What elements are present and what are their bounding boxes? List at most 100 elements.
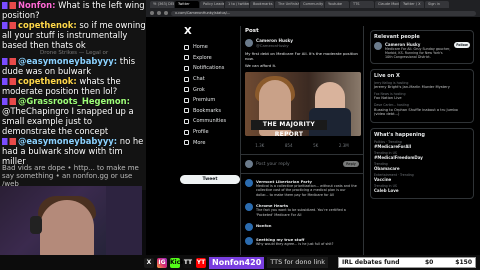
- chat-badges-icon: [2, 138, 16, 145]
- grok-icon: [184, 87, 189, 93]
- trend-name[interactable]: #MedicalFreedomDay: [374, 155, 470, 160]
- avatar[interactable]: [245, 223, 253, 232]
- reply-button[interactable]: Reply: [343, 161, 359, 167]
- chat-message: @easymoneybabyyy: this dude was on bulwa…: [0, 56, 148, 76]
- avatar[interactable]: [245, 179, 253, 187]
- post-video[interactable]: THE MAJORITY REPORT: [245, 72, 361, 136]
- chat-overlay: Nonfon: What is the left wing position? c…: [0, 0, 148, 190]
- reload-icon[interactable]: [164, 11, 168, 15]
- address-bar[interactable]: x.com/CameronHunky/status/...: [171, 10, 476, 16]
- background-shelf: [106, 186, 142, 257]
- nav-item-communities[interactable]: Communities: [180, 116, 240, 127]
- bookmarks-icon: [184, 108, 189, 114]
- live-item[interactable]: Dave Carter... hosting Bussing to Orphan …: [374, 103, 470, 117]
- streamer-handle: Nonfon420: [209, 256, 265, 269]
- whats-happening-title: What's happening: [374, 131, 425, 138]
- nav-item-home[interactable]: Home: [180, 42, 240, 53]
- trend-item[interactable]: Politics · Trending #MedicareForAll: [374, 140, 470, 149]
- nav-item-notifications[interactable]: Notifications: [180, 63, 240, 74]
- post-actions: 1.3K 854 5K 2.3M: [241, 139, 363, 152]
- trend-item[interactable]: Trending in US #MedicalFreedomDay: [374, 151, 470, 160]
- view-count[interactable]: 2.3M: [339, 143, 349, 148]
- chat-username[interactable]: @easymoneybabyyy:: [18, 136, 117, 146]
- profile-icon: [184, 129, 189, 135]
- tweet-button[interactable]: Tweet: [180, 175, 240, 184]
- trend-item[interactable]: Entertainment · Trending Vaccine: [374, 173, 470, 182]
- nav-item-grok[interactable]: Grok: [180, 84, 240, 95]
- nav-item-more[interactable]: More: [180, 137, 240, 148]
- avatar: [245, 160, 253, 168]
- browser-tab[interactable]: 1 to / twitter: [225, 1, 249, 8]
- chat-username[interactable]: Nonfon:: [18, 0, 55, 10]
- trend-item[interactable]: Trending in US Caleb Love: [374, 184, 470, 193]
- nav-item-premium[interactable]: Premium: [180, 95, 240, 106]
- nav-item-chat[interactable]: Chat: [180, 74, 240, 85]
- stream-layout: Nonfon: What is the left wing position? c…: [0, 0, 480, 270]
- post-subtext: We can afford it.: [245, 63, 277, 68]
- reply-author[interactable]: Nonfon: [256, 223, 359, 228]
- avatar[interactable]: [245, 39, 253, 47]
- avatar[interactable]: [245, 203, 253, 212]
- kick-icon: Kick: [170, 257, 185, 268]
- browser-tab[interactable]: TTS: [350, 1, 374, 8]
- chat-message: @easymoneybabyyy: no he had a bulwark sh…: [0, 136, 148, 166]
- browser-tab[interactable]: Sign in: [425, 1, 449, 8]
- reply-text: Why would they agree... is he just full …: [256, 242, 334, 247]
- reply-body: Seething my true stuff Why would they agr…: [256, 237, 359, 246]
- nav-item-profile[interactable]: Profile: [180, 127, 240, 138]
- trend-item[interactable]: Trending Obamacare: [374, 162, 470, 171]
- back-icon[interactable]: [150, 11, 154, 15]
- nav-item-bookmarks[interactable]: Bookmarks: [180, 106, 240, 117]
- avatar[interactable]: [245, 237, 253, 246]
- browser-tab[interactable]: Claude Mode: [375, 1, 399, 8]
- relevant-person-bio: Medicare For All. Gruy Sunday gaucher, M…: [385, 47, 451, 60]
- browser-tab[interactable]: Twitter: [175, 1, 199, 8]
- trend-name[interactable]: Caleb Love: [374, 188, 470, 193]
- live-panel: Live on X Jerry Keilag is hosting Jeremy …: [370, 68, 474, 123]
- reply-item[interactable]: Nonfon: [241, 220, 363, 234]
- live-item[interactable]: Fox News is hosting Fox Nation Live: [374, 92, 470, 101]
- chat-badges-icon: [2, 22, 16, 29]
- x-sidebar: X Home Explore Notifications Chat Grok Premiu…: [180, 26, 240, 148]
- browser-tab[interactable]: Twitter / X: [400, 1, 424, 8]
- browser-tab[interactable]: Youtube: [325, 1, 349, 8]
- browser-tab[interactable]: Policy Leaders: [200, 1, 224, 8]
- browser-tab[interactable]: The Unfinish...: [275, 1, 299, 8]
- reply-item[interactable]: Seething my true stuff Why would they agr…: [241, 234, 363, 249]
- trend-name[interactable]: #MedicareForAll: [374, 144, 470, 149]
- browser-tab[interactable]: Community: [300, 1, 324, 8]
- like-count[interactable]: 5K: [313, 143, 318, 148]
- x-social-icon: X: [144, 257, 154, 268]
- reply-item[interactable]: Chrome Hearts The fact you want to be sub…: [241, 200, 363, 220]
- reply-input[interactable]: Post your reply: [256, 162, 340, 167]
- live-title[interactable]: Fox Nation Live: [374, 96, 470, 101]
- trend-name[interactable]: Obamacare: [374, 166, 470, 171]
- reply-count[interactable]: 1.3K: [255, 143, 264, 148]
- live-title[interactable]: Jeremy Bright's Jan-Marlin Murder Myster…: [374, 85, 470, 90]
- browser-tab[interactable]: Yt (363) DEBATE Matt...: [150, 1, 174, 8]
- chat-username[interactable]: copethenok:: [18, 20, 77, 30]
- chat-username[interactable]: @Grassroots_Hegemon:: [18, 96, 130, 106]
- address-bar-row: x.com/CameronHunky/status/...: [146, 9, 480, 17]
- post-author[interactable]: Cameron Husky @CameronHusky: [241, 36, 363, 50]
- chat-username[interactable]: @easymoneybabyyy:: [18, 56, 117, 66]
- relevant-person[interactable]: Cameron Husky Medicare For All. Gruy Sun…: [374, 42, 470, 60]
- x-logo-icon[interactable]: X: [184, 26, 240, 37]
- live-item[interactable]: Jerry Keilag is hosting Jeremy Bright's J…: [374, 81, 470, 90]
- avatar[interactable]: [374, 42, 382, 50]
- live-title: Live on X: [374, 72, 400, 79]
- browser-tab[interactable]: Bookmarks: [250, 1, 274, 8]
- home-icon: [184, 44, 189, 50]
- forward-icon[interactable]: [157, 11, 161, 15]
- reply-body: Vermont Libertarian Party Medical is a co…: [256, 179, 359, 197]
- trend-name[interactable]: Vaccine: [374, 177, 470, 182]
- repost-count[interactable]: 854: [285, 143, 293, 148]
- live-title[interactable]: Bussing to Orphan Shuffle inabout a tru …: [374, 108, 470, 117]
- replies-list: Vermont Libertarian Party Medical is a co…: [241, 176, 363, 249]
- chat-username[interactable]: copethenok:: [18, 76, 77, 86]
- tts-banner: TTS for dono link: [267, 257, 329, 268]
- follow-button[interactable]: Follow: [454, 42, 470, 48]
- nav-item-explore[interactable]: Explore: [180, 53, 240, 64]
- whats-happening-panel: What's happening Politics · Trending #Med…: [370, 127, 474, 199]
- reply-item[interactable]: Vermont Libertarian Party Medical is a co…: [241, 176, 363, 200]
